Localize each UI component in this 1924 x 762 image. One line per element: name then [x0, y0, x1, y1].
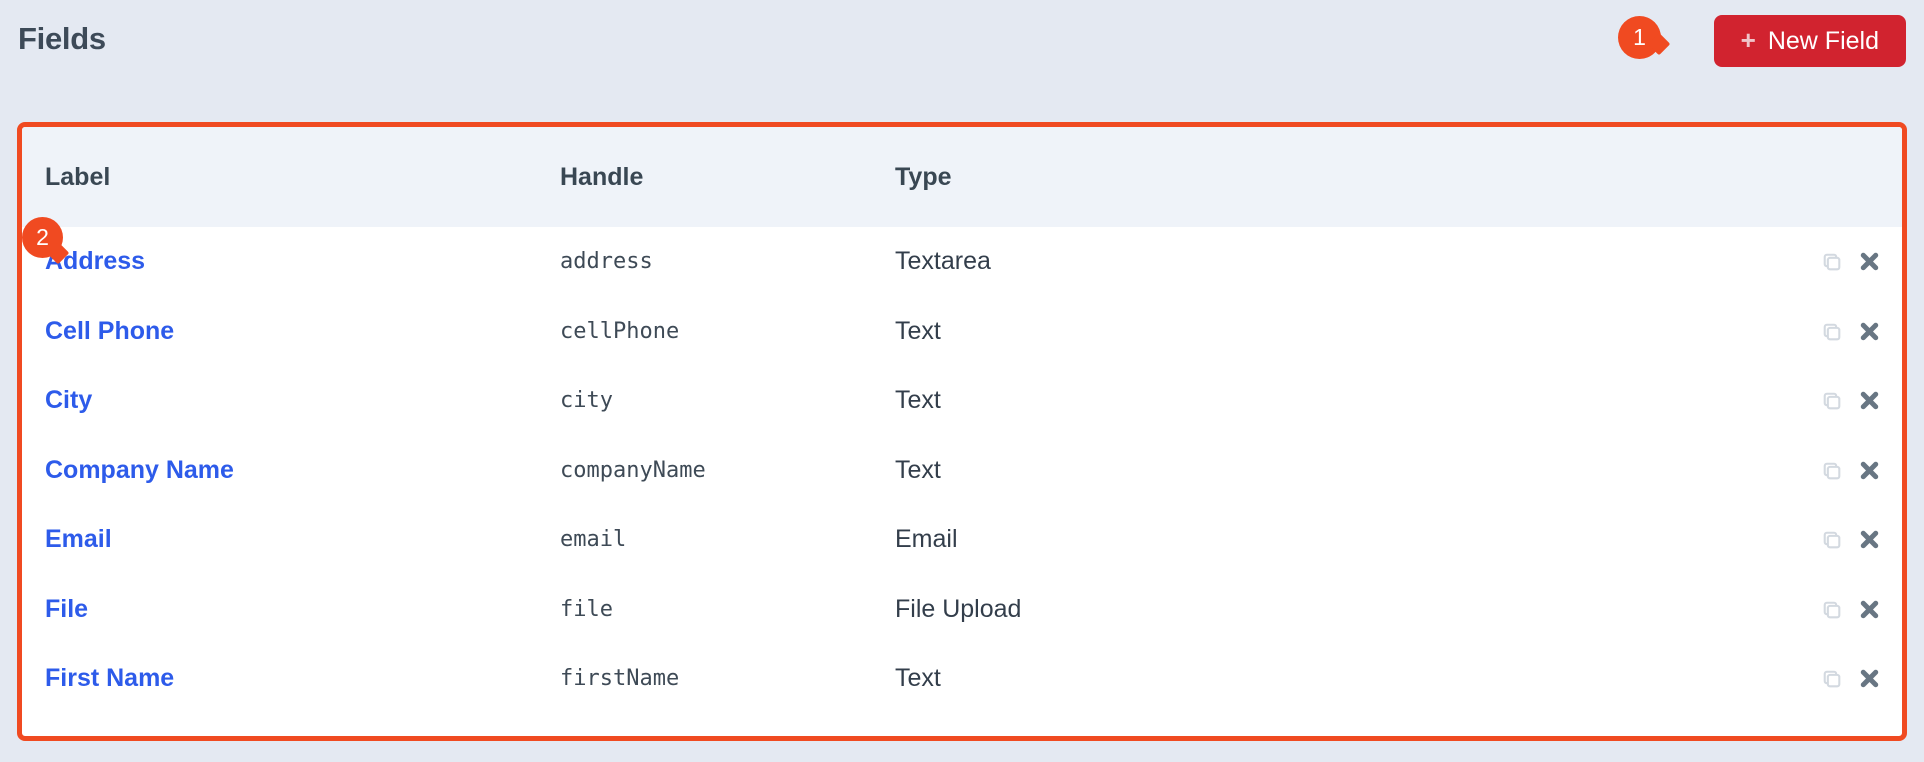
row-actions [1784, 597, 1902, 622]
table-row: Email email Email [22, 505, 1902, 575]
field-label-link[interactable]: Company Name [45, 456, 234, 484]
table-row: City city Text [22, 366, 1902, 436]
delete-icon[interactable] [1857, 249, 1882, 274]
field-handle-cell: firstName [560, 666, 680, 692]
duplicate-icon[interactable] [1819, 388, 1844, 413]
field-label-cell: First Name [22, 664, 537, 693]
field-type-cell: File Upload [895, 594, 1022, 623]
annotation-badge-2-number: 2 [36, 224, 49, 250]
duplicate-icon[interactable] [1819, 458, 1844, 483]
table-row: Address address Textarea [22, 227, 1902, 297]
annotation-badge-1: 1 [1618, 16, 1661, 59]
duplicate-icon[interactable] [1819, 597, 1844, 622]
row-actions [1784, 527, 1902, 552]
fields-table: Label Handle Type Address address Textar… [17, 122, 1907, 741]
duplicate-icon[interactable] [1819, 666, 1844, 691]
duplicate-icon[interactable] [1819, 249, 1844, 274]
field-label-cell: Email [22, 525, 537, 554]
field-type-cell: Text [895, 316, 941, 345]
table-row: First Name firstName Text [22, 644, 1902, 714]
field-label-link[interactable]: City [45, 386, 92, 414]
field-type-cell: Email [895, 525, 958, 554]
annotation-badge-1-number: 1 [1633, 24, 1646, 50]
plus-icon: + [1740, 25, 1756, 55]
table-row: Company Name companyName Text [22, 436, 1902, 506]
field-handle-cell: city [560, 388, 613, 414]
field-handle-cell: email [560, 527, 627, 553]
new-field-button-label: New Field [1767, 26, 1879, 55]
field-type-cell: Text [895, 455, 941, 484]
field-handle-cell: file [560, 596, 613, 622]
field-handle-cell: cellPhone [560, 318, 680, 344]
field-handle-cell: companyName [560, 457, 706, 483]
field-label-cell: File [22, 595, 537, 624]
column-header-label: Label [45, 162, 111, 191]
row-actions [1784, 249, 1902, 274]
field-label-link[interactable]: File [45, 595, 88, 623]
annotation-badge-2: 2 [22, 217, 63, 258]
field-type-cell: Text [895, 386, 941, 415]
table-row: Cell Phone cellPhone Text [22, 297, 1902, 367]
field-label-cell: Address [22, 247, 537, 276]
delete-icon[interactable] [1857, 666, 1882, 691]
table-body: Address address Textarea Cell Phone cell… [22, 227, 1902, 714]
field-label-link[interactable]: Email [45, 525, 112, 553]
field-label-cell: City [22, 386, 537, 415]
delete-icon[interactable] [1857, 527, 1882, 552]
column-header-type: Type [895, 162, 952, 191]
fields-table-container: 2 Label Handle Type Address address Text… [17, 122, 1907, 741]
column-header-handle: Handle [560, 162, 644, 191]
row-actions [1784, 388, 1902, 413]
new-field-button[interactable]: + New Field [1713, 15, 1906, 67]
duplicate-icon[interactable] [1819, 527, 1844, 552]
row-actions [1784, 666, 1902, 691]
row-actions [1784, 319, 1902, 344]
delete-icon[interactable] [1857, 319, 1882, 344]
field-label-link[interactable]: First Name [45, 664, 174, 692]
duplicate-icon[interactable] [1819, 319, 1844, 344]
page-title: Fields [18, 21, 106, 56]
field-handle-cell: address [560, 249, 653, 275]
field-type-cell: Text [895, 664, 941, 693]
field-label-cell: Company Name [22, 456, 537, 485]
field-type-cell: Textarea [895, 247, 991, 276]
field-label-link[interactable]: Cell Phone [45, 317, 174, 345]
table-header-row: Label Handle Type [22, 127, 1902, 227]
delete-icon[interactable] [1857, 388, 1882, 413]
field-label-cell: Cell Phone [22, 317, 537, 346]
table-row: File file File Upload [22, 575, 1902, 645]
row-actions [1784, 458, 1902, 483]
delete-icon[interactable] [1857, 597, 1882, 622]
delete-icon[interactable] [1857, 458, 1882, 483]
